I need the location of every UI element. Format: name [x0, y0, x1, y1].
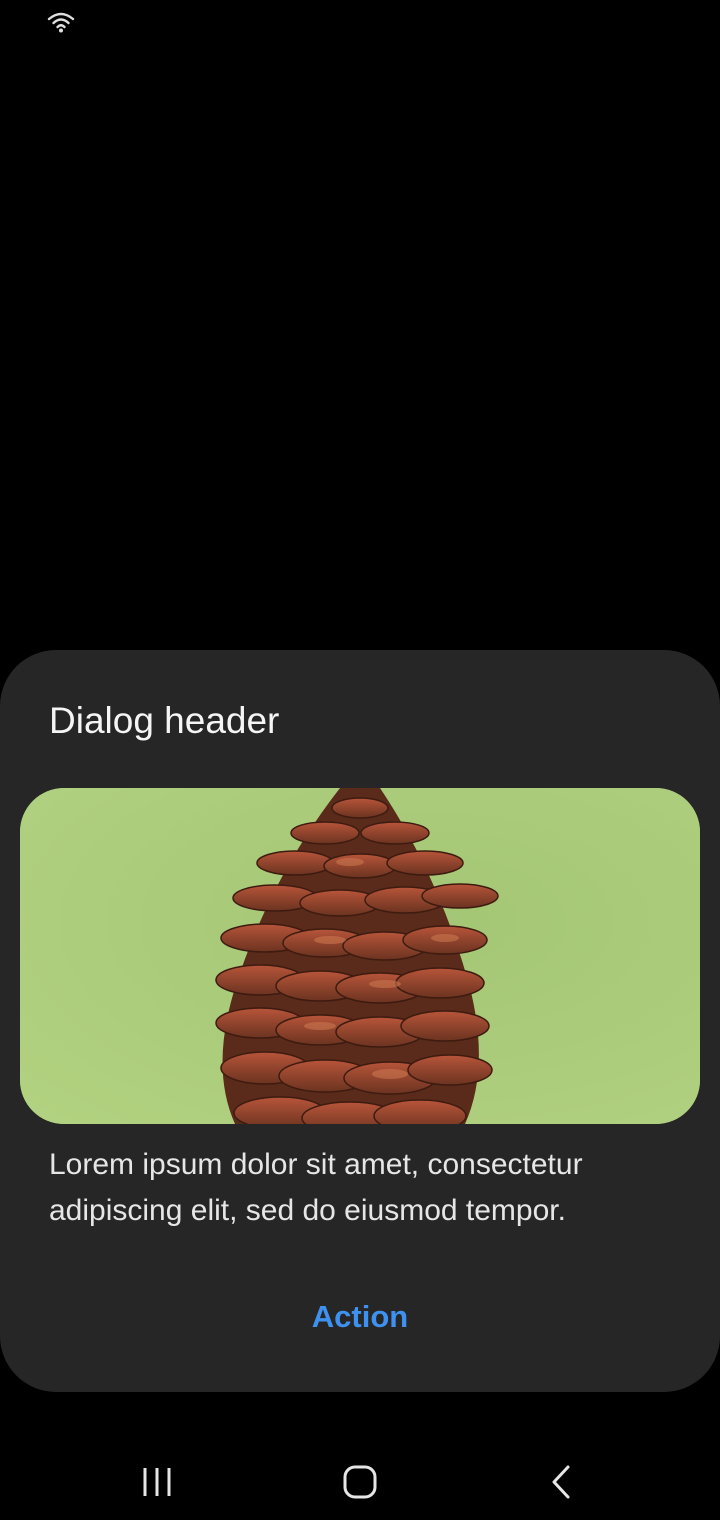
- dialog-title: Dialog header: [49, 700, 280, 741]
- navigation-bar: [0, 1420, 720, 1520]
- back-button[interactable]: [526, 1448, 598, 1520]
- recent-apps-button[interactable]: [121, 1448, 193, 1520]
- home-button[interactable]: [324, 1448, 396, 1520]
- pine-cone-image: [20, 788, 700, 1124]
- dialog-body-text: Lorem ipsum dolor sit amet, consectetur …: [49, 1148, 583, 1227]
- screen: Dialog header Lorem ipsum dolor sit amet…: [0, 0, 720, 1520]
- back-icon: [544, 1464, 580, 1505]
- wifi-icon: [46, 10, 76, 34]
- status-bar: [0, 0, 720, 48]
- action-button[interactable]: Action: [260, 1288, 460, 1346]
- home-icon: [342, 1464, 378, 1505]
- recent-apps-icon: [139, 1464, 175, 1505]
